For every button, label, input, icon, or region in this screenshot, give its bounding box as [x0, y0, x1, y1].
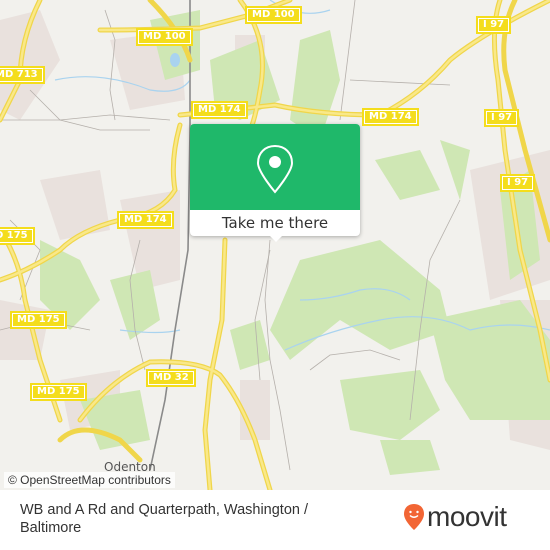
- footer: WB and A Rd and Quarterpath, Washington …: [0, 490, 550, 550]
- moovit-wordmark: moovit: [427, 501, 507, 532]
- popup-pointer: [268, 234, 284, 242]
- road-shield-md174: MD 174: [362, 108, 419, 126]
- map[interactable]: MD 100 MD 100 MD 713 MD 174 MD 174 MD 17…: [0, 0, 550, 490]
- take-me-there-button[interactable]: Take me there: [190, 210, 360, 236]
- road-shield-md175: MD 175: [10, 311, 67, 329]
- road-shield-md175: MD 175: [0, 227, 35, 245]
- road-shield-i97: I 97: [500, 174, 536, 192]
- map-pin-icon: [256, 144, 294, 194]
- map-graphics: [0, 0, 550, 490]
- popup-header[interactable]: [190, 124, 360, 210]
- road-shield-md174: MD 174: [191, 101, 248, 119]
- road-shield-md100: MD 100: [245, 6, 302, 24]
- map-attribution[interactable]: © OpenStreetMap contributors: [4, 472, 175, 488]
- moovit-logo[interactable]: moovit: [403, 501, 507, 532]
- take-me-there-popup[interactable]: Take me there: [190, 124, 360, 242]
- location-title: WB and A Rd and Quarterpath, Washington …: [20, 502, 309, 536]
- moovit-pin-icon: [404, 504, 424, 530]
- road-shield-md175: MD 175: [30, 383, 87, 401]
- road-shield-i97: I 97: [484, 109, 520, 127]
- road-shield-i97: I 97: [476, 16, 512, 34]
- road-shield-md713: MD 713: [0, 66, 45, 84]
- road-shield-md32: MD 32: [146, 369, 196, 387]
- road-shield-md174: MD 174: [117, 211, 174, 229]
- road-shield-md100: MD 100: [136, 28, 193, 46]
